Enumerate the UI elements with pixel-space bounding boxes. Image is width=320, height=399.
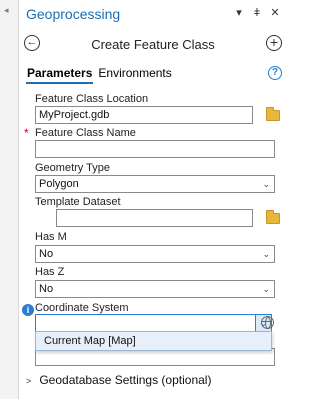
coordinate-label: Coordinate System	[35, 302, 129, 314]
has-m-value: No	[39, 248, 54, 260]
geoprocessing-pane: Geoprocessing ▾ ǂ ✕ ← Create Feature Cla…	[20, 0, 286, 399]
titlebar-icons: ▾ ǂ ✕	[234, 7, 280, 19]
add-icon[interactable]: +	[266, 35, 282, 51]
pane-titlebar: Geoprocessing ▾ ǂ ✕	[20, 0, 286, 26]
tab-environments[interactable]: Environments	[97, 66, 172, 84]
geodatabase-settings-section[interactable]: > Geodatabase Settings (optional)	[26, 373, 211, 387]
name-label: Feature Class Name	[35, 127, 136, 139]
chevron-down-icon: ⌄	[262, 284, 270, 294]
coordinate-dropdown: Current Map [Map]	[35, 331, 272, 351]
location-field[interactable]: MyProject.gdb	[35, 106, 253, 124]
has-z-select[interactable]: No ⌄	[35, 280, 275, 298]
has-z-value: No	[39, 283, 54, 295]
location-label: Feature Class Location	[35, 93, 149, 105]
geometry-value: Polygon	[39, 178, 79, 190]
geometry-select[interactable]: Polygon ⌄	[35, 175, 275, 193]
left-edge-strip: ◂	[0, 0, 19, 399]
folder-icon[interactable]	[266, 107, 280, 121]
chevron-down-icon[interactable]: ▾	[234, 7, 244, 19]
pin-icon[interactable]: ǂ	[252, 7, 262, 19]
tool-header: ← Create Feature Class +	[20, 32, 286, 56]
pane-grip-icon: ◂	[4, 5, 9, 15]
help-icon[interactable]: ?	[268, 66, 282, 80]
coordinate-select[interactable]: ⌄	[35, 314, 272, 332]
tab-parameters[interactable]: Parameters	[26, 66, 94, 84]
tool-title: Create Feature Class	[91, 37, 215, 52]
geometry-label: Geometry Type	[35, 162, 110, 174]
tab-bar: Parameters Environments	[26, 66, 173, 84]
name-field[interactable]	[35, 140, 275, 158]
section-label: Geodatabase Settings (optional)	[39, 373, 212, 387]
close-icon[interactable]: ✕	[270, 7, 280, 19]
template-label: Template Dataset	[35, 196, 121, 208]
pane-title: Geoprocessing	[26, 6, 121, 22]
has-z-label: Has Z	[35, 266, 65, 278]
has-m-select[interactable]: No ⌄	[35, 245, 275, 263]
folder-icon[interactable]	[266, 210, 280, 224]
chevron-right-icon: >	[26, 376, 32, 386]
globe-icon[interactable]	[261, 316, 274, 329]
template-field[interactable]	[56, 209, 253, 227]
dropdown-option-current-map[interactable]: Current Map [Map]	[44, 335, 136, 347]
required-marker: *	[24, 126, 29, 140]
info-icon[interactable]: i	[22, 304, 34, 316]
chevron-down-icon: ⌄	[262, 249, 270, 259]
has-m-label: Has M	[35, 231, 67, 243]
chevron-down-icon: ⌄	[262, 179, 270, 189]
